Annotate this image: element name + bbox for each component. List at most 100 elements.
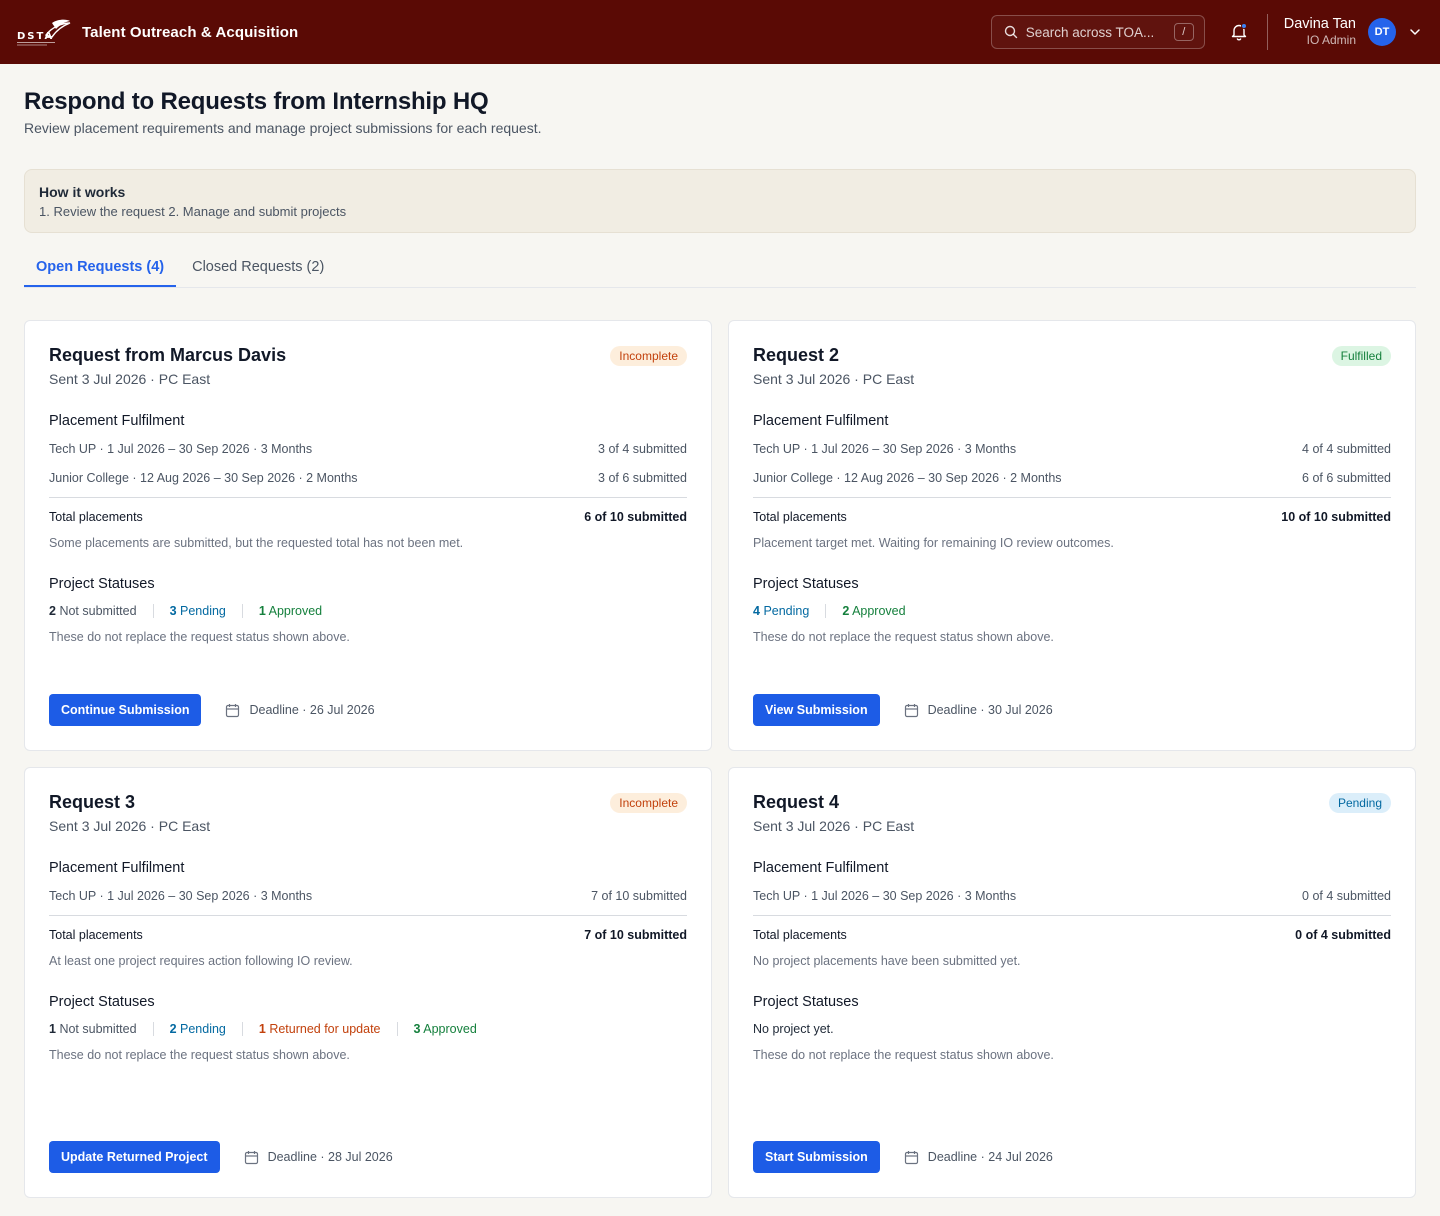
total-placements-row: Total placements 7 of 10 submitted [49, 928, 687, 942]
status-badge: Fulfilled [1331, 346, 1391, 366]
request-meta: Sent 3 Jul 2026 · PC East [753, 818, 915, 834]
request-card: Request 4 Sent 3 Jul 2026 · PC East Pend… [728, 767, 1416, 1198]
total-placements-row: Total placements 0 of 4 submitted [753, 928, 1391, 942]
calendar-icon [225, 702, 241, 718]
tab-closed-requests[interactable]: Closed Requests (2) [180, 251, 336, 287]
user-role: IO Admin [1306, 32, 1356, 47]
placement-row: Tech UP · 1 Jul 2026 – 30 Sep 2026 · 3 M… [49, 441, 687, 458]
notifications-button[interactable] [1229, 22, 1249, 42]
divider [49, 914, 687, 916]
project-status-summary: 4 Pending 2 Approved [753, 603, 1391, 618]
request-meta: Sent 3 Jul 2026 · PC East [49, 371, 211, 387]
how-it-works-panel: How it works 1. Review the request 2. Ma… [24, 169, 1416, 233]
placement-fulfilment-heading: Placement Fulfilment [753, 860, 889, 876]
placement-count: 6 of 6 submitted [1302, 470, 1391, 485]
placement-label: Tech UP · 1 Jul 2026 – 30 Sep 2026 · 3 M… [49, 442, 313, 456]
placement-count: 3 of 4 submitted [598, 442, 687, 456]
placement-count: 0 of 4 submitted [1302, 889, 1391, 903]
request-card: Request from Marcus Davis Sent 3 Jul 202… [24, 320, 712, 751]
deadline-text: Deadline · 26 Jul 2026 [249, 703, 375, 717]
page-subtitle: Review placement requirements and manage… [24, 120, 542, 136]
status-disclaimer: These do not replace the request status … [49, 1047, 350, 1062]
dsta-logo[interactable]: DSTA [16, 17, 72, 47]
view-submission-button[interactable]: View Submission [753, 694, 880, 726]
deadline: Deadline · 30 Jul 2026 [904, 702, 1053, 718]
request-meta: Sent 3 Jul 2026 · PC East [753, 371, 915, 387]
avatar[interactable]: DT [1368, 18, 1396, 46]
status-badge: Incomplete [610, 793, 687, 813]
status-returned-for-update: 1 Returned for update [259, 1021, 398, 1036]
how-it-works-title: How it works [39, 184, 126, 200]
status-disclaimer: These do not replace the request status … [49, 629, 350, 644]
status-approved: 2 Approved [842, 603, 906, 618]
deadline-text: Deadline · 28 Jul 2026 [267, 1150, 393, 1164]
status-not-submitted: 1 Not submitted [49, 1021, 154, 1036]
user-info[interactable]: Davina Tan IO Admin [1283, 15, 1356, 47]
start-submission-button[interactable]: Start Submission [753, 1141, 880, 1173]
project-status-summary: 1 Not submitted 2 Pending 1 Returned for… [49, 1021, 687, 1036]
total-placements-value: 6 of 10 submitted [584, 509, 687, 524]
placement-fulfilment-heading: Placement Fulfilment [753, 413, 889, 429]
project-statuses-heading: Project Statuses [49, 575, 155, 592]
status-disclaimer: These do not replace the request status … [753, 1047, 1054, 1062]
app-title: Talent Outreach & Acquisition [82, 23, 299, 41]
deadline: Deadline · 28 Jul 2026 [244, 1149, 393, 1165]
chevron-down-icon[interactable] [1408, 24, 1424, 40]
status-pending: 4 Pending [753, 603, 827, 618]
placement-fulfilment-heading: Placement Fulfilment [49, 413, 185, 429]
logo-mark-icon: DSTA [17, 19, 71, 46]
search-shortcut-hint: / [1173, 23, 1194, 41]
total-placements-row: Total placements 6 of 10 submitted [49, 510, 687, 524]
calendar-icon [904, 1149, 920, 1165]
request-cards-grid: Request from Marcus Davis Sent 3 Jul 202… [24, 320, 1416, 1198]
svg-text:DSTA: DSTA [17, 31, 54, 42]
user-name: Davina Tan [1283, 15, 1356, 32]
request-title: Request from Marcus Davis [49, 345, 287, 365]
request-card: Request 2 Sent 3 Jul 2026 · PC East Fulf… [728, 320, 1416, 751]
update-returned-project-button[interactable]: Update Returned Project [49, 1141, 220, 1173]
placement-label: Tech UP · 1 Jul 2026 – 30 Sep 2026 · 3 M… [753, 889, 1017, 903]
total-placements-label: Total placements [49, 509, 143, 524]
placement-label: Tech UP · 1 Jul 2026 – 30 Sep 2026 · 3 M… [49, 889, 313, 903]
no-project-message: No project yet. [753, 1021, 834, 1036]
status-approved: 1 Approved [258, 603, 323, 618]
placement-row: Tech UP · 1 Jul 2026 – 30 Sep 2026 · 3 M… [753, 441, 1391, 458]
total-placements-value: 10 of 10 submitted [1281, 509, 1391, 524]
status-badge: Incomplete [610, 346, 687, 366]
request-tabs: Open Requests (4) Closed Requests (2) [24, 251, 1416, 288]
project-statuses-heading: Project Statuses [753, 993, 859, 1010]
request-title: Request 3 [49, 792, 136, 812]
search-placeholder[interactable]: Search across TOA... [1026, 25, 1174, 40]
page-title: Respond to Requests from Internship HQ [24, 88, 489, 115]
project-status-summary: 2 Not submitted 3 Pending 1 Approved [49, 603, 687, 618]
fulfilment-note: At least one project requires action fol… [49, 953, 353, 968]
placement-label: Junior College · 12 Aug 2026 – 30 Sep 20… [753, 470, 1062, 485]
placement-label: Tech UP · 1 Jul 2026 – 30 Sep 2026 · 3 M… [753, 442, 1017, 456]
placement-count: 3 of 6 submitted [598, 470, 687, 485]
global-search[interactable]: Search across TOA... / [990, 15, 1205, 49]
deadline: Deadline · 26 Jul 2026 [225, 702, 375, 718]
total-placements-label: Total placements [753, 927, 847, 942]
status-disclaimer: These do not replace the request status … [753, 629, 1054, 644]
how-it-works-steps: 1. Review the request 2. Manage and subm… [39, 204, 347, 219]
placement-fulfilment-heading: Placement Fulfilment [49, 860, 185, 876]
request-card: Request 3 Sent 3 Jul 2026 · PC East Inco… [24, 767, 712, 1198]
placement-count: 4 of 4 submitted [1302, 442, 1391, 456]
tab-open-requests[interactable]: Open Requests (4) [24, 251, 177, 287]
total-placements-value: 0 of 4 submitted [1295, 927, 1391, 942]
status-pending: 2 Pending [170, 1021, 243, 1036]
placement-row: Junior College · 12 Aug 2026 – 30 Sep 20… [49, 470, 687, 487]
placement-row: Tech UP · 1 Jul 2026 – 30 Sep 2026 · 3 M… [753, 888, 1391, 905]
status-badge: Pending [1328, 793, 1391, 813]
calendar-icon [904, 702, 920, 718]
fulfilment-note: No project placements have been submitte… [753, 953, 1021, 968]
fulfilment-note: Placement target met. Waiting for remain… [753, 535, 1114, 550]
status-pending: 3 Pending [170, 603, 243, 618]
deadline-text: Deadline · 30 Jul 2026 [927, 703, 1053, 717]
divider [49, 496, 687, 498]
continue-submission-button[interactable]: Continue Submission [49, 694, 202, 726]
project-statuses-heading: Project Statuses [753, 575, 859, 592]
total-placements-label: Total placements [49, 927, 143, 942]
deadline: Deadline · 24 Jul 2026 [904, 1149, 1053, 1165]
placement-count: 7 of 10 submitted [591, 889, 687, 903]
